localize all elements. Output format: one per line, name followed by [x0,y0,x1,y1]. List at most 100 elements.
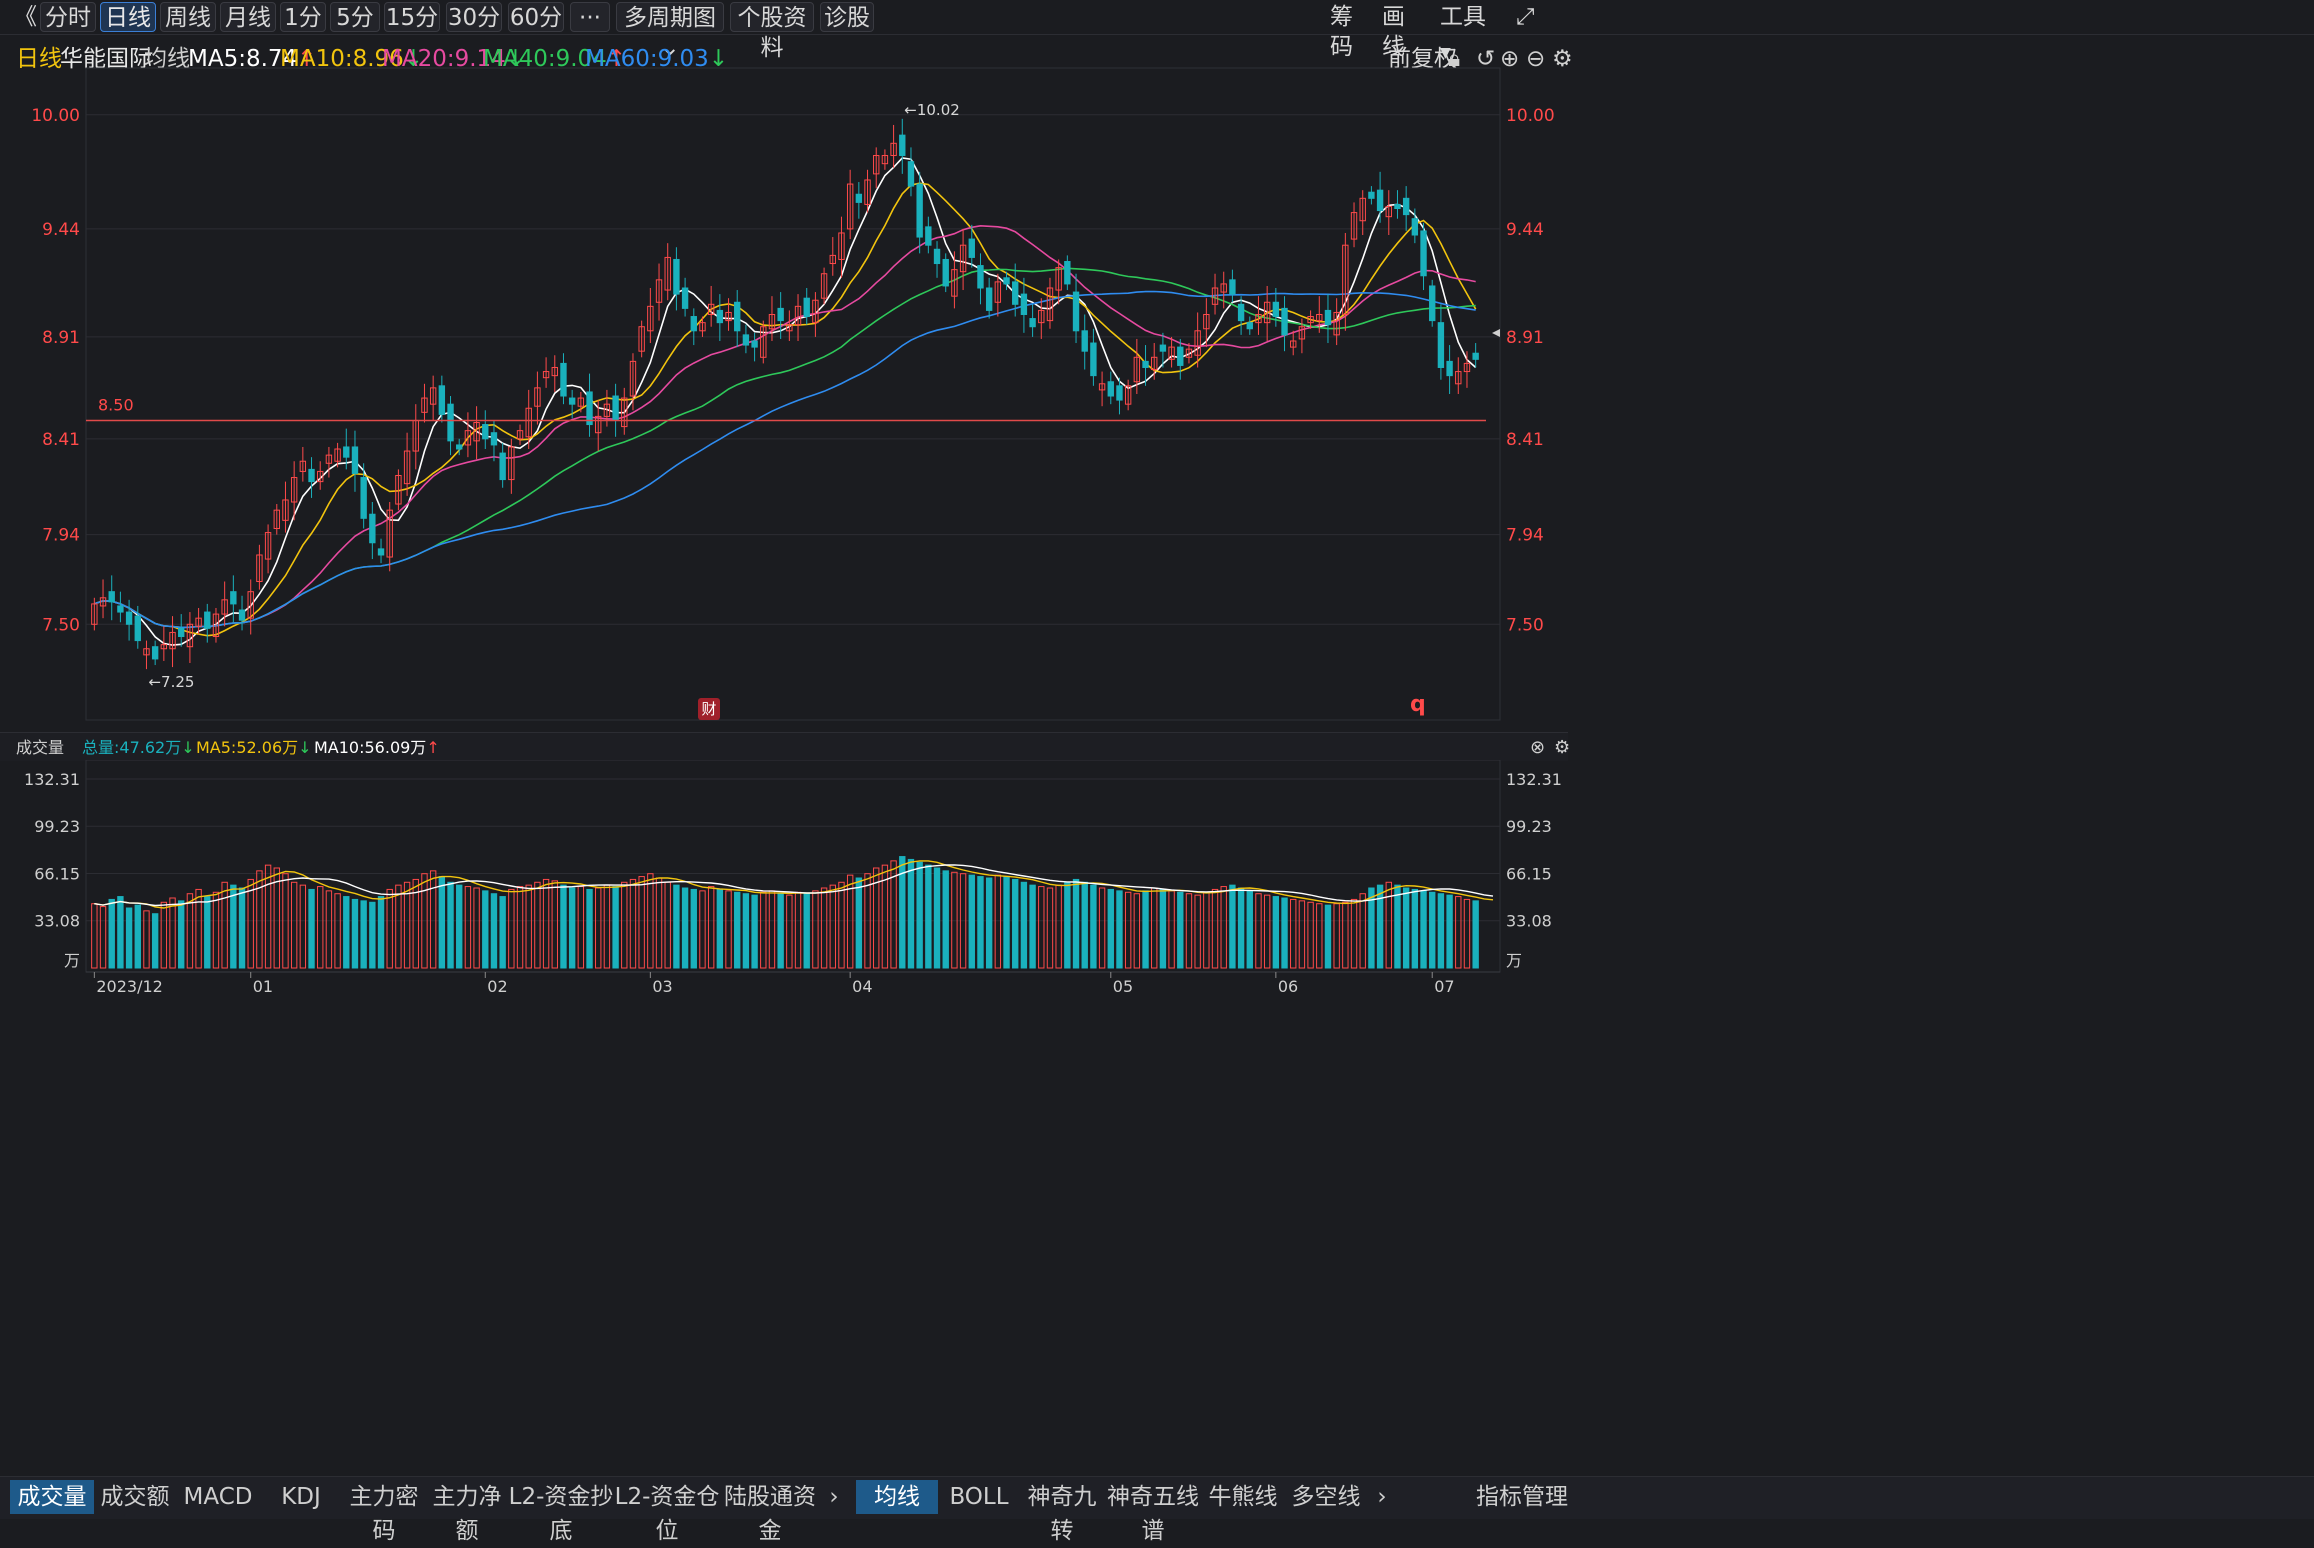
volume-chart[interactable]: 132.31 99.23 66.15 33.08 万 132.31 99.23 66.15 3… [0,760,1568,1476]
tab-5min[interactable]: 5分 [330,2,380,32]
candle-body [438,385,446,415]
chevron-right-icon[interactable]: › [822,1480,846,1514]
settings-icon[interactable]: ⚙ [1554,733,1570,763]
volume-bar [473,887,480,969]
tab-1min[interactable]: 1分 [280,2,326,32]
candle-body [204,611,211,629]
tab-l2-bottom[interactable]: L2-资金抄底 [508,1480,614,1544]
volume-ma5-text: MA5:52.06万 [196,738,299,757]
volume-bar [1124,891,1132,969]
candle-body [1159,344,1167,352]
tab-monthly[interactable]: 月线 [220,2,276,32]
stock-info-button[interactable]: 个股资料 [730,2,814,61]
tab-main-net[interactable]: 主力净额 [426,1480,508,1544]
candle-body [907,161,915,187]
candle-body [612,395,619,421]
finance-badge[interactable]: 财 [698,698,720,720]
volume-bar [125,907,133,969]
tab-60min[interactable]: 60分 [508,2,564,32]
indicator-manage-button[interactable]: 指标管理 [1476,1480,1568,1514]
multi-period-dropdown[interactable]: 多周期图 ⌄ [616,2,724,61]
diagnose-button[interactable]: 诊股 [820,2,874,32]
volume-bar [742,893,750,969]
tab-kdj[interactable]: KDJ [260,1480,342,1514]
candle-body [117,605,124,613]
ma20-line [94,224,1476,629]
tab-magic-nine[interactable]: 神奇九转 [1020,1480,1104,1544]
candle-body [673,258,680,295]
volume-bar [1098,887,1106,969]
candle-body [1237,303,1245,322]
tab-northbound[interactable]: 陆股通资金 [720,1480,820,1544]
draw-button[interactable]: 画线 [1382,2,1424,60]
candle-body [1429,285,1436,322]
tab-bull-bear[interactable]: 牛熊线 [1202,1480,1284,1514]
volume-bar [1281,897,1288,969]
candle-body [1402,197,1410,216]
tab-daily[interactable]: 日线 [100,2,156,32]
tab-main-code[interactable]: 主力密码 [342,1480,426,1544]
volume-bar [994,874,1002,969]
volume-bar [134,904,141,969]
date-label: 03 [652,977,672,996]
price-chart[interactable]: 10.00 9.44 8.91 8.41 7.94 7.50 10.00 9.44 8.91 8… [0,66,1568,726]
volume-bar [925,864,932,969]
tab-fenshi[interactable]: 分时 [40,2,96,32]
tab-turnover[interactable]: 成交额 [94,1480,176,1514]
candle-body [942,258,949,287]
candle-body [1376,189,1384,212]
volume-bar [1220,886,1227,969]
volume-bar [516,886,524,969]
volume-bar [1203,891,1210,969]
vol-tick-left: 132.31 [24,770,80,789]
volume-bar [707,886,715,969]
tab-boll[interactable]: BOLL [938,1480,1020,1514]
volume-bar [482,890,489,969]
candle-body [681,287,689,309]
high-annotation: ←10.02 [904,101,960,119]
tab-magic-five[interactable]: 神奇五线谱 [1104,1480,1202,1544]
q-badge[interactable]: q [1410,692,1426,717]
tools-dropdown[interactable]: 工具 ▼ [1440,2,1496,61]
vol-unit-right: 万 [1506,951,1522,970]
price-tick-left: 8.41 [42,430,80,450]
volume-bar [264,864,272,969]
candle-body [482,424,489,440]
volume-bar [568,887,576,969]
volume-bar [160,901,168,969]
volume-bar [1342,901,1349,969]
volume-bar [985,877,993,969]
volume-bar [99,906,107,969]
back-icon[interactable]: 《 [14,2,40,32]
price-tick-right: 9.44 [1506,220,1544,240]
tab-macd[interactable]: MACD [176,1480,260,1514]
volume-bar [91,903,98,969]
tab-l2-position[interactable]: L2-资金仓位 [614,1480,720,1544]
chevron-right-icon[interactable]: › [1370,1480,1394,1514]
tab-long-short[interactable]: 多空线 [1284,1480,1368,1514]
tab-30min[interactable]: 30分 [446,2,502,32]
volume-bar [603,884,611,969]
price-tick-right: 8.91 [1506,328,1544,348]
volume-bar [916,861,923,969]
tab-weekly[interactable]: 周线 [160,2,216,32]
tab-ma[interactable]: 均线 [856,1480,938,1514]
volume-bar [1394,884,1401,969]
vol-tick-left: 66.15 [34,865,80,884]
volume-bar [534,881,541,969]
volume-bar [1255,893,1262,969]
volume-bar [577,886,585,969]
expand-icon[interactable]: ⤢ [1516,2,1540,32]
volume-bar [143,910,150,969]
tab-15min[interactable]: 15分 [384,2,440,32]
volume-bar [308,888,315,969]
volume-bar [829,884,836,969]
volume-bar [1046,887,1054,969]
more-button[interactable]: ··· [570,2,610,32]
chips-button[interactable]: 筹码 [1330,2,1372,60]
candle-body [351,446,359,474]
tab-volume[interactable]: 成交量 [10,1480,94,1514]
candle-body [238,609,246,621]
volume-bar [1229,884,1236,969]
close-icon[interactable]: ⊗ [1530,733,1545,763]
